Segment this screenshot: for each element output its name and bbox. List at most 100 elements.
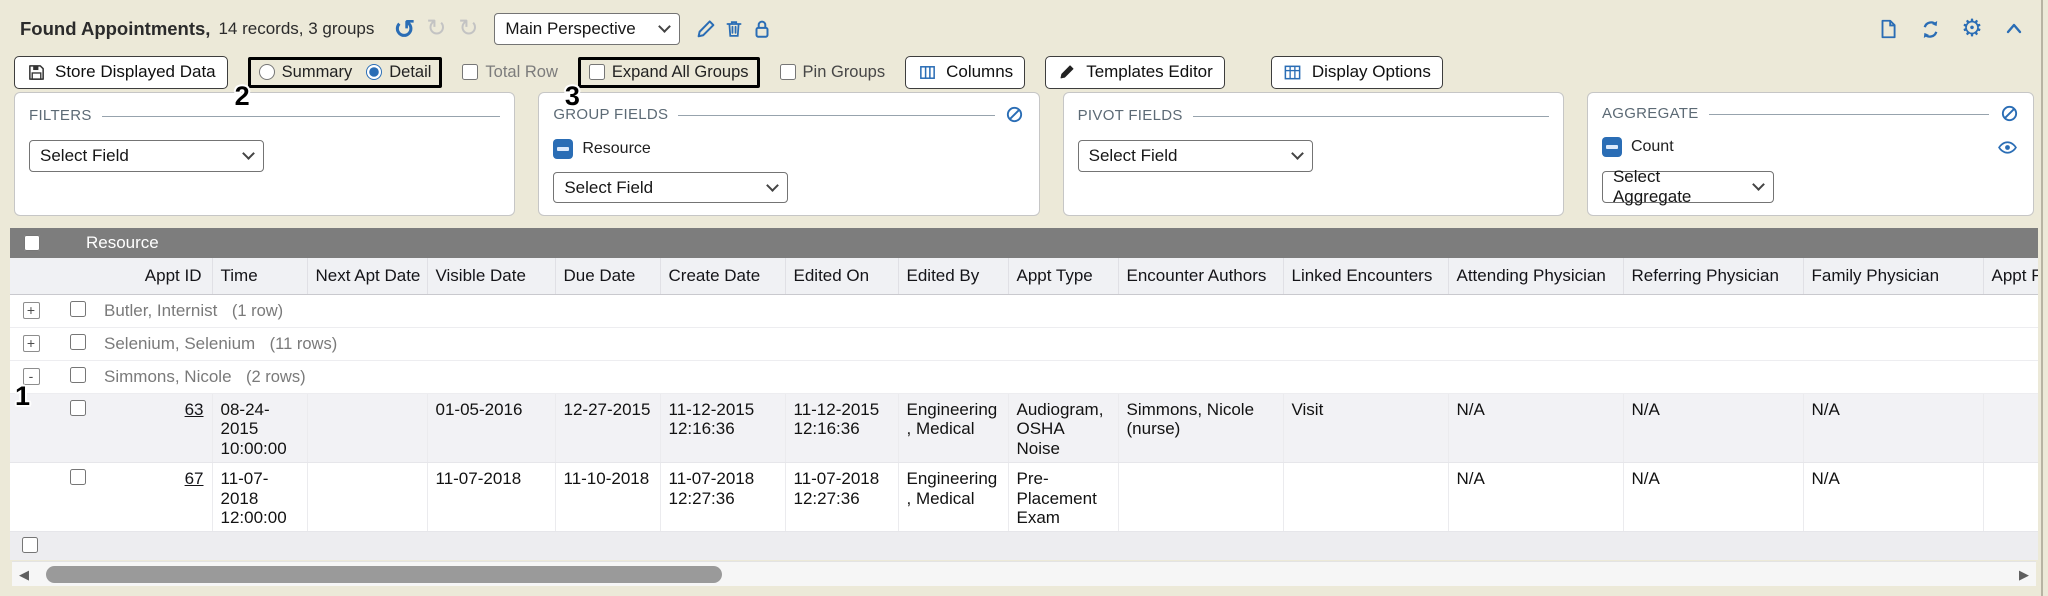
save-icon	[26, 62, 46, 82]
pivot-field-select[interactable]: Select Field	[1078, 140, 1313, 172]
block-icon[interactable]	[1005, 105, 1025, 125]
chevron-down-icon	[242, 147, 255, 160]
columns-icon	[917, 62, 937, 82]
summary-radio[interactable]: Summary	[259, 63, 353, 82]
divider	[678, 115, 994, 116]
header-right-actions: ⚙	[1874, 15, 2034, 43]
aggregate-chip[interactable]: Count	[1602, 136, 2019, 158]
filters-field-select[interactable]: Select Field	[29, 140, 264, 172]
column-header-family-physician[interactable]: Family Physician	[1803, 258, 1983, 295]
detail-radio[interactable]: Detail	[366, 63, 431, 82]
cell-next-apt-date	[307, 463, 427, 532]
group-count: (11 rows)	[270, 335, 338, 353]
group-fields-panel: GROUP FIELDS Resource Select Field	[538, 92, 1039, 216]
horizontal-scrollbar[interactable]: ◀ ▶	[12, 561, 2036, 586]
appt-id-link[interactable]: 63	[185, 400, 204, 419]
row-checkbox[interactable]	[70, 400, 86, 416]
group-name: Selenium, Selenium	[104, 334, 255, 353]
expand-icon[interactable]: +	[23, 335, 40, 352]
footer-row	[10, 532, 2038, 560]
pin-groups-checkbox[interactable]: Pin Groups	[780, 63, 886, 82]
field-panels: FILTERS Select Field GROUP FIELDS Resour…	[14, 92, 2034, 216]
total-row-checkbox[interactable]: Total Row	[462, 63, 557, 82]
chevron-down-icon	[659, 20, 672, 33]
total-row-label: Total Row	[485, 63, 557, 82]
column-header-appt-type[interactable]: Appt Type	[1008, 258, 1118, 295]
scroll-right-icon[interactable]: ▶	[2012, 562, 2036, 587]
group-row-selenium: + Selenium, Selenium (11 rows)	[10, 328, 2038, 361]
chevron-down-icon	[766, 179, 779, 192]
total-row-checkbox-input[interactable]	[462, 64, 478, 80]
lock-icon[interactable]	[748, 15, 776, 43]
pin-groups-checkbox-input[interactable]	[780, 64, 796, 80]
collapse-icon[interactable]: -	[23, 368, 40, 385]
expand-all-groups-checkbox-input[interactable]	[589, 64, 605, 80]
cell-attending-physician: N/A	[1448, 394, 1623, 463]
display-options-button[interactable]: Display Options	[1271, 56, 1443, 89]
summary-radio-input[interactable]	[259, 64, 275, 80]
templates-editor-button[interactable]: Templates Editor	[1045, 56, 1225, 89]
block-icon[interactable]	[1999, 104, 2019, 124]
group-checkbox[interactable]	[70, 334, 86, 350]
column-header-encounter-authors[interactable]: Encounter Authors	[1118, 258, 1283, 295]
column-header-time[interactable]: Time	[212, 258, 307, 295]
column-header-edited-by[interactable]: Edited By	[898, 258, 1008, 295]
eye-icon[interactable]	[1995, 136, 2019, 158]
row-checkbox[interactable]	[70, 469, 86, 485]
display-options-label: Display Options	[1312, 62, 1431, 82]
column-header-appt-id[interactable]: Appt ID	[104, 258, 212, 295]
group-count: (2 rows)	[246, 368, 306, 386]
group-field-chip[interactable]: Resource	[553, 138, 1024, 159]
cell-visible-date: 11-07-2018	[427, 463, 555, 532]
delete-perspective-icon[interactable]	[720, 15, 748, 43]
appt-id-link[interactable]: 67	[185, 469, 204, 488]
footer-checkbox[interactable]	[22, 537, 38, 553]
cell-create-date: 11-12-2015 12:16:36	[660, 394, 785, 463]
undo-icon[interactable]: ↺	[390, 15, 418, 43]
scrollbar-thumb[interactable]	[46, 566, 722, 583]
aggregate-select-value: Select Aggregate	[1613, 167, 1738, 207]
chevron-down-icon	[1752, 178, 1765, 191]
cell-referring-physician: N/A	[1623, 394, 1803, 463]
header-bar: Found Appointments, 14 records, 3 groups…	[20, 10, 2034, 48]
edit-perspective-icon[interactable]	[692, 15, 720, 43]
scroll-left-icon[interactable]: ◀	[12, 562, 36, 587]
column-header-appt-re[interactable]: Appt Re	[1983, 258, 2038, 295]
collapse-chevron-icon[interactable]	[2000, 15, 2028, 43]
window-edge	[2041, 0, 2043, 596]
detail-radio-input[interactable]	[366, 64, 382, 80]
refresh-icon[interactable]	[1916, 15, 1944, 43]
column-header-linked-encounters[interactable]: Linked Encounters	[1283, 258, 1448, 295]
column-header-attending-physician[interactable]: Attending Physician	[1448, 258, 1623, 295]
reload-icon: ↻	[454, 15, 482, 43]
document-icon[interactable]	[1874, 15, 1902, 43]
cell-next-apt-date	[307, 394, 427, 463]
gear-icon[interactable]: ⚙	[1958, 15, 1986, 43]
detail-label: Detail	[389, 63, 431, 82]
column-header-due-date[interactable]: Due Date	[555, 258, 660, 295]
group-row-butler: + Butler, Internist (1 row)	[10, 295, 2038, 328]
column-header-referring-physician[interactable]: Referring Physician	[1623, 258, 1803, 295]
column-header-edited-on[interactable]: Edited On	[785, 258, 898, 295]
expand-all-annotation-box: Expand All Groups 3	[578, 57, 760, 88]
templates-editor-label: Templates Editor	[1086, 62, 1213, 82]
columns-button[interactable]: Columns	[905, 56, 1025, 89]
aggregate-select[interactable]: Select Aggregate	[1602, 171, 1774, 203]
store-displayed-data-button[interactable]: Store Displayed Data	[14, 56, 228, 89]
column-header-next-apt-date[interactable]: Next Apt Date	[307, 258, 427, 295]
group-checkbox[interactable]	[70, 367, 86, 383]
results-grid: Resource Appt ID Time Next Apt Date Visi…	[10, 228, 2038, 560]
select-all-checkbox[interactable]	[24, 235, 40, 251]
column-header-visible-date[interactable]: Visible Date	[427, 258, 555, 295]
expand-all-groups-checkbox[interactable]: Expand All Groups	[589, 63, 749, 82]
perspective-select[interactable]: Main Perspective	[494, 13, 680, 45]
cell-attending-physician: N/A	[1448, 463, 1623, 532]
cell-linked-encounters	[1283, 463, 1448, 532]
group-field-select[interactable]: Select Field	[553, 172, 788, 203]
column-header-create-date[interactable]: Create Date	[660, 258, 785, 295]
divider	[1709, 114, 1989, 115]
group-checkbox[interactable]	[70, 301, 86, 317]
view-mode-annotation-box: Summary Detail 2	[248, 57, 443, 88]
group-name: Simmons, Nicole	[104, 367, 232, 386]
expand-icon[interactable]: +	[23, 302, 40, 319]
